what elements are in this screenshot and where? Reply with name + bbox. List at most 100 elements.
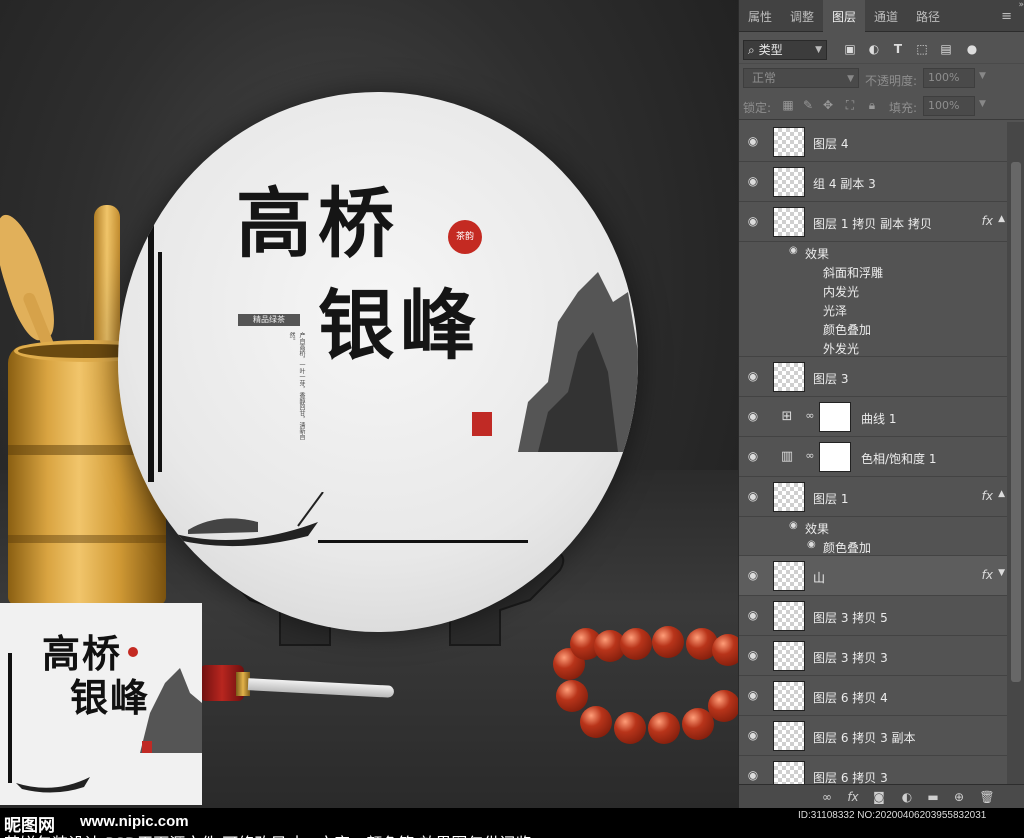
- chevron-down-icon[interactable]: ▼: [979, 99, 986, 109]
- fx-icon[interactable]: fx: [982, 568, 993, 582]
- effect-item[interactable]: 颜色叠加: [823, 321, 871, 338]
- layer-row[interactable]: ◉ ▥ ∞ 色相/饱和度 1: [739, 437, 1007, 477]
- effect-item[interactable]: 颜色叠加: [823, 539, 871, 556]
- lock-artboard-icon[interactable]: ⛶: [843, 98, 857, 112]
- lock-row: 锁定: ▦ ✎ ✥ ⛶ 🔒︎ 填充: 100% ▼: [739, 92, 1024, 120]
- product-mockup-image: 高桥 银峰 茶韵 精品绿茶 产自高桥，一叶一芽，香醇回甘，清新自然。 高桥 银峰: [0, 0, 738, 808]
- effect-item[interactable]: 内发光: [823, 283, 859, 300]
- layer-row[interactable]: ◉ 山 fx ▼: [739, 556, 1007, 596]
- eye-icon[interactable]: ◉: [745, 768, 761, 784]
- fx-icon[interactable]: fx: [982, 214, 993, 228]
- tab-adjustments[interactable]: 调整: [781, 0, 823, 32]
- fx-icon[interactable]: fx: [982, 489, 993, 503]
- thumbnail-title-line2: 银峰: [70, 675, 151, 720]
- ink-stroke: [318, 540, 528, 543]
- eye-icon[interactable]: ◉: [745, 409, 761, 425]
- layer-row[interactable]: ◉ 组 4 副本 3: [739, 162, 1007, 202]
- layer-row[interactable]: ◉ 图层 6 拷贝 3: [739, 756, 1007, 784]
- type-filter-icon[interactable]: T: [891, 42, 905, 56]
- eye-icon[interactable]: ◉: [745, 214, 761, 230]
- tab-properties[interactable]: 属性: [739, 0, 781, 32]
- ink-mountain: [518, 272, 638, 452]
- effect-item[interactable]: 斜面和浮雕: [823, 264, 883, 281]
- lock-transparent-icon[interactable]: ▦: [781, 98, 795, 112]
- layers-panel: 属性 调整 图层 通道 路径 ≡ » ⌕ 类型 ▼ ▣ ◐ T ⬚ ▤ ● 正常…: [738, 0, 1024, 808]
- panel-menu-icon[interactable]: ≡: [1001, 9, 1012, 24]
- layer-name: 色相/饱和度 1: [861, 452, 937, 466]
- eye-icon[interactable]: ◉: [745, 648, 761, 664]
- effect-item[interactable]: 外发光: [823, 340, 859, 357]
- eye-icon[interactable]: ◉: [745, 489, 761, 505]
- shape-filter-icon[interactable]: ⬚: [915, 42, 929, 56]
- chevron-up-icon[interactable]: ▲: [998, 489, 1005, 499]
- layer-row[interactable]: ◉ 图层 6 拷贝 3 副本: [739, 716, 1007, 756]
- layer-row[interactable]: ◉ 图层 1 fx ▲: [739, 477, 1007, 517]
- chevron-down-icon: ▼: [847, 74, 854, 84]
- layer-thumbnail: [773, 681, 805, 711]
- tab-layers[interactable]: 图层: [823, 0, 865, 32]
- layer-row[interactable]: ◉ 图层 3: [739, 357, 1007, 397]
- effect-item[interactable]: 光泽: [823, 302, 847, 319]
- eye-icon[interactable]: ◉: [745, 688, 761, 704]
- new-group-icon[interactable]: ▬: [925, 789, 941, 805]
- eye-icon[interactable]: ◉: [745, 728, 761, 744]
- filter-type-select[interactable]: ⌕ 类型 ▼: [743, 40, 827, 60]
- eye-icon[interactable]: ◉: [745, 369, 761, 385]
- layer-row[interactable]: ◉ 图层 4: [739, 122, 1007, 162]
- panel-tabs: 属性 调整 图层 通道 路径 ≡ »: [739, 0, 1024, 32]
- filter-toggle-icon[interactable]: ●: [965, 42, 979, 56]
- lock-position-icon[interactable]: ✥: [821, 98, 835, 112]
- add-style-icon[interactable]: fx: [845, 789, 861, 805]
- link-icon[interactable]: ∞: [805, 409, 815, 425]
- lock-image-icon[interactable]: ✎: [801, 98, 815, 112]
- eye-icon[interactable]: ◉: [789, 520, 798, 531]
- fill-label: 填充:: [889, 101, 918, 115]
- opacity-input[interactable]: 100%: [923, 68, 975, 88]
- fill-input[interactable]: 100%: [923, 96, 975, 116]
- layer-row[interactable]: ◉ 图层 3 拷贝 5: [739, 596, 1007, 636]
- layer-thumbnail: [773, 362, 805, 392]
- layer-name: 山: [813, 571, 826, 585]
- smart-object-filter-icon[interactable]: ▤: [939, 42, 953, 56]
- lock-all-icon[interactable]: 🔒︎: [865, 98, 879, 112]
- layer-effects: ◉ 效果 斜面和浮雕 内发光 光泽 颜色叠加 外发光: [739, 242, 1007, 357]
- eye-icon[interactable]: ◉: [745, 608, 761, 624]
- pixel-filter-icon[interactable]: ▣: [843, 42, 857, 56]
- delete-layer-icon[interactable]: 🗑︎: [979, 789, 995, 805]
- layer-thumbnail: [773, 167, 805, 197]
- red-seal: [128, 647, 138, 657]
- blend-mode-select[interactable]: 正常 ▼: [743, 68, 859, 88]
- chevron-down-icon[interactable]: ▼: [979, 71, 986, 81]
- chevron-down-icon[interactable]: ▼: [998, 568, 1005, 578]
- layer-name: 图层 1: [813, 492, 849, 506]
- layer-row[interactable]: ◉ 图层 6 拷贝 4: [739, 676, 1007, 716]
- layer-row[interactable]: ◉ ⊞ ∞ 曲线 1: [739, 397, 1007, 437]
- eye-icon[interactable]: ◉: [745, 134, 761, 150]
- collapse-icon[interactable]: »: [1018, 0, 1024, 10]
- link-icon[interactable]: ∞: [805, 449, 815, 465]
- add-mask-icon[interactable]: ◙: [871, 789, 887, 805]
- chevron-up-icon[interactable]: ▲: [998, 214, 1005, 224]
- link-layers-icon[interactable]: ∞: [819, 789, 835, 805]
- tab-paths[interactable]: 路径: [907, 0, 949, 32]
- bamboo-spoon: [0, 209, 64, 345]
- effects-label: 效果: [805, 247, 830, 261]
- opacity-label: 不透明度:: [865, 74, 918, 88]
- lock-label: 锁定:: [743, 101, 772, 115]
- eye-icon[interactable]: ◉: [789, 245, 798, 256]
- layer-name: 图层 3 拷贝 3: [813, 651, 888, 665]
- eye-icon[interactable]: ◉: [745, 174, 761, 190]
- scrollbar-thumb[interactable]: [1011, 162, 1021, 682]
- layer-row[interactable]: ◉ 图层 1 拷贝 副本 拷贝 fx ▲: [739, 202, 1007, 242]
- layer-mask-thumbnail: [819, 402, 851, 432]
- new-layer-icon[interactable]: ⊕: [951, 789, 967, 805]
- tab-channels[interactable]: 通道: [865, 0, 907, 32]
- eye-icon[interactable]: ◉: [745, 568, 761, 584]
- new-adjustment-icon[interactable]: ◐: [899, 789, 915, 805]
- eye-icon[interactable]: ◉: [807, 539, 816, 550]
- effects-label: 效果: [805, 522, 830, 536]
- adjustment-filter-icon[interactable]: ◐: [867, 42, 881, 56]
- eye-icon[interactable]: ◉: [745, 449, 761, 465]
- layer-row[interactable]: ◉ 图层 3 拷贝 3: [739, 636, 1007, 676]
- layers-scrollbar[interactable]: [1007, 122, 1024, 784]
